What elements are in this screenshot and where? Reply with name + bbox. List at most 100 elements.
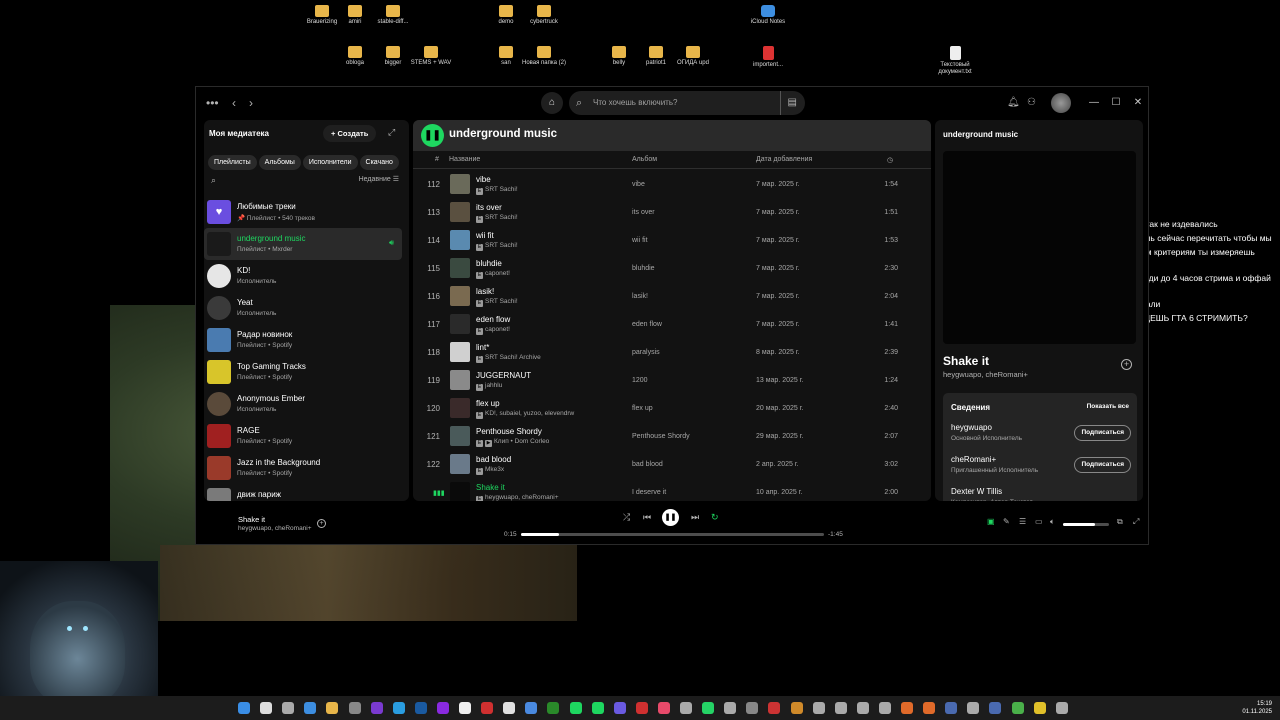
- now-playing-view-icon[interactable]: ▣: [987, 517, 995, 526]
- player-track-artist[interactable]: heygwuapo, cheRomani+: [238, 525, 312, 532]
- search-bar[interactable]: ⌕ Что хочешь включить? ▤: [569, 91, 805, 115]
- track-title[interactable]: vibe: [476, 175, 491, 184]
- taskbar-app-icon[interactable]: [591, 702, 604, 714]
- taskbar-app-icon[interactable]: [878, 702, 891, 714]
- taskbar-app-icon[interactable]: [945, 702, 958, 714]
- taskbar-app-icon[interactable]: [525, 702, 538, 714]
- track-album[interactable]: wii fit: [632, 237, 648, 244]
- show-all-link[interactable]: Показать все: [1087, 403, 1129, 410]
- friend-activity-icon[interactable]: ⚇: [1027, 87, 1036, 119]
- track-title[interactable]: its over: [476, 203, 502, 212]
- desktop-icon[interactable]: cybertruck: [519, 5, 569, 26]
- track-title[interactable]: wii fit: [476, 231, 494, 240]
- taskbar-app-icon[interactable]: [282, 702, 295, 714]
- track-artist[interactable]: Ejahhlu: [476, 382, 502, 391]
- taskbar-app-icon[interactable]: [635, 702, 648, 714]
- playlist-pause-button[interactable]: ❚❚: [421, 124, 444, 147]
- windows-start-icon[interactable]: [238, 702, 250, 714]
- taskbar-app-icon[interactable]: [768, 702, 781, 714]
- track-artist[interactable]: E ▶ Клип • Dom Corleo: [476, 438, 549, 447]
- track-row[interactable]: 117 eden flow Ecaponet! eden flow 7 мар. 202…: [413, 311, 931, 339]
- taskbar-app-icon[interactable]: [503, 702, 516, 714]
- track-row[interactable]: 119 JUGGERNAUT Ejahhlu 1200 13 мар. 2025 г. 1…: [413, 367, 931, 395]
- taskbar-app-icon[interactable]: [680, 702, 692, 714]
- library-item[interactable]: Радар новинок Плейлист • Spotify: [204, 324, 409, 356]
- track-album[interactable]: Penthouse Shordy: [632, 433, 690, 440]
- library-item[interactable]: Anonymous Ember Исполнитель: [204, 388, 409, 420]
- minimize-icon[interactable]: —: [1083, 87, 1105, 119]
- track-row[interactable]: 118 lint* E SRT Sachi! Archive paralysis 8 ма…: [413, 339, 931, 367]
- track-row[interactable]: 122 bad blood E Mke3x bad blood 2 апр. 2025 г…: [413, 451, 931, 479]
- library-item[interactable]: Jazz in the Background Плейлист • Spotify: [204, 452, 409, 484]
- taskbar-app-icon[interactable]: [989, 702, 1002, 714]
- track-row[interactable]: 116 lasik! E SRT Sachi! lasik! 7 мар. 2025 г.…: [413, 283, 931, 311]
- col-title[interactable]: Название: [449, 156, 480, 163]
- track-title[interactable]: Penthouse Shordy: [476, 427, 542, 436]
- taskbar-app-icon[interactable]: [481, 702, 494, 714]
- track-artist[interactable]: Ecaponet!: [476, 270, 510, 279]
- player-add-icon[interactable]: +: [317, 519, 326, 528]
- track-album[interactable]: bad blood: [632, 461, 663, 468]
- taskbar-app-icon[interactable]: [901, 702, 913, 714]
- col-album[interactable]: Альбом: [632, 156, 657, 163]
- now-playing-artist[interactable]: heygwuapo, cheRomani+: [943, 370, 1028, 379]
- library-item[interactable]: Yeat Исполнитель: [204, 292, 409, 324]
- desktop-icon[interactable]: STEMS + WAV: [406, 46, 456, 67]
- track-row[interactable]: 115 bluhdie Ecaponet! bluhdie 7 мар. 2025 г.…: [413, 255, 931, 283]
- taskbar-app-icon[interactable]: [657, 702, 670, 714]
- track-artist[interactable]: E SRT Sachi!: [476, 214, 518, 223]
- taskbar-app-icon[interactable]: [746, 702, 759, 714]
- track-album[interactable]: paralysis: [632, 349, 660, 356]
- lyrics-icon[interactable]: ✎: [1003, 517, 1010, 526]
- track-album[interactable]: vibe: [632, 181, 645, 188]
- track-artist[interactable]: E SRT Sachi!: [476, 298, 518, 307]
- library-item[interactable]: движ парижПлейлист • bxknite: [204, 484, 409, 501]
- home-button[interactable]: ⌂: [541, 92, 563, 114]
- follow-button[interactable]: Подписаться: [1074, 425, 1131, 441]
- library-sort-button[interactable]: Недавние ☰: [359, 175, 399, 183]
- taskbar-app-icon[interactable]: [1011, 702, 1024, 714]
- taskbar-app-icon[interactable]: [923, 702, 936, 714]
- track-album[interactable]: lasik!: [632, 293, 648, 300]
- taskbar-app-icon[interactable]: [834, 702, 847, 714]
- library-item[interactable]: underground music Плейлист • Mxrder 🔊︎: [204, 228, 402, 260]
- desktop-icon[interactable]: ОГИДА upd: [668, 46, 718, 67]
- track-artist[interactable]: E SRT Sachi! Archive: [476, 354, 541, 363]
- now-playing-title[interactable]: Shake it: [943, 354, 989, 368]
- back-arrow-icon[interactable]: ‹: [232, 87, 236, 119]
- track-artist[interactable]: Ecaponet!: [476, 326, 510, 335]
- track-row[interactable]: 112 vibe E SRT Sachi! vibe 7 мар. 2025 г. 1:54: [413, 171, 931, 199]
- shuffle-icon[interactable]: ⤮: [623, 512, 630, 523]
- track-artist[interactable]: E KD!, subaiel, yuzoo, elevendrw: [476, 410, 574, 419]
- track-title[interactable]: eden flow: [476, 315, 510, 324]
- credit-name[interactable]: heygwuapo: [951, 423, 992, 432]
- filter-chip[interactable]: Альбомы: [258, 155, 301, 170]
- col-date[interactable]: Дата добавления: [756, 156, 812, 163]
- credit-name[interactable]: Dexter W Tillis: [951, 487, 1002, 496]
- taskbar-app-icon[interactable]: [459, 702, 471, 714]
- track-title[interactable]: flex up: [476, 399, 500, 408]
- desktop-icon[interactable]: Новая папка (2): [519, 46, 569, 67]
- user-avatar[interactable]: [1051, 93, 1071, 113]
- track-title[interactable]: bluhdie: [476, 259, 502, 268]
- library-item[interactable]: RAGE Плейлист • Spotify: [204, 420, 409, 452]
- browse-icon[interactable]: ▤: [779, 91, 797, 115]
- track-album[interactable]: flex up: [632, 405, 653, 412]
- track-row[interactable]: 113 its over E SRT Sachi! its over 7 мар. 202…: [413, 199, 931, 227]
- previous-icon[interactable]: ⏮︎: [643, 512, 651, 523]
- track-artist[interactable]: E SRT Sachi!: [476, 242, 518, 251]
- volume-icon[interactable]: 🔈︎: [1050, 517, 1055, 527]
- track-row[interactable]: 121 Penthouse Shordy E ▶ Клип • Dom Corleo Pe…: [413, 423, 931, 451]
- taskbar-app-icon[interactable]: [414, 702, 427, 714]
- taskbar-app-icon[interactable]: [967, 702, 980, 714]
- follow-button[interactable]: Подписаться: [1074, 457, 1131, 473]
- taskbar-app-icon[interactable]: [348, 702, 361, 714]
- taskbar-app-icon[interactable]: [547, 702, 560, 714]
- taskbar-app-icon[interactable]: [724, 702, 737, 714]
- filter-chip[interactable]: Исполнители: [302, 155, 358, 170]
- taskbar-app-icon[interactable]: [702, 702, 715, 714]
- track-artist[interactable]: Eheygwuapo, cheRomani+: [476, 494, 559, 501]
- taskbar-app-icon[interactable]: [392, 702, 405, 714]
- desktop-icon[interactable]: iCloud Notes: [743, 5, 793, 26]
- desktop-icon[interactable]: importent...: [743, 46, 793, 69]
